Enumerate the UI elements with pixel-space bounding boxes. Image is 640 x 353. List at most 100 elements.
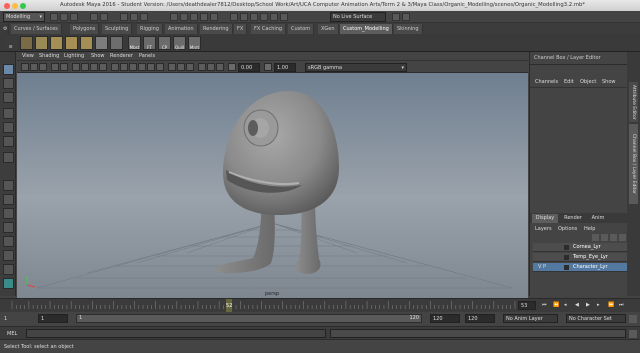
- snap-view-icon[interactable]: [200, 13, 208, 21]
- shelf-button-6[interactable]: [95, 36, 108, 50]
- exposure-icon[interactable]: [228, 63, 236, 71]
- character-set-dropdown[interactable]: No Character Set: [566, 314, 626, 323]
- lasso-tool-icon[interactable]: [3, 78, 14, 89]
- script-editor-icon[interactable]: [629, 330, 637, 338]
- shelf-tab-custom[interactable]: Custom: [288, 24, 315, 34]
- shelf-button-5[interactable]: [80, 36, 93, 50]
- colorspace-dropdown[interactable]: sRGB gamma ▾: [305, 63, 407, 72]
- stack-layout-icon[interactable]: [3, 222, 14, 233]
- isolate-select-icon[interactable]: [186, 63, 194, 71]
- end-time-field[interactable]: 120: [430, 314, 460, 323]
- rotate-tool-icon[interactable]: [3, 122, 14, 133]
- ambient-occlusion-icon[interactable]: [198, 63, 206, 71]
- play-backwards-icon[interactable]: ◀: [575, 302, 579, 308]
- layer-flags[interactable]: V P: [538, 264, 546, 270]
- shelf-button-4[interactable]: [65, 36, 78, 50]
- gamma-field[interactable]: 1.00: [274, 63, 296, 72]
- shelf-tab-skinning[interactable]: Skinning: [394, 24, 423, 34]
- history-icon[interactable]: [230, 13, 238, 21]
- step-back-icon[interactable]: ◂: [564, 302, 567, 308]
- goto-start-icon[interactable]: ⏮: [542, 302, 547, 308]
- current-frame-field[interactable]: 53: [518, 301, 536, 310]
- move-layer-up-icon[interactable]: [592, 234, 599, 241]
- play-forwards-icon[interactable]: ▶: [586, 302, 590, 308]
- channels-menu[interactable]: Channels: [535, 79, 558, 85]
- hypershade-icon[interactable]: [270, 13, 278, 21]
- shelf-tab-rigging[interactable]: Rigging: [137, 24, 163, 34]
- shelf-tab-custom-modelling[interactable]: Custom_Modelling: [340, 24, 393, 34]
- xray-icon[interactable]: [168, 63, 176, 71]
- mel-label[interactable]: MEL: [7, 331, 17, 337]
- exposure-field[interactable]: 0.00: [238, 63, 260, 72]
- close-window-button[interactable]: [4, 3, 10, 9]
- tab-display[interactable]: Display: [532, 214, 558, 223]
- last-tool-icon[interactable]: [3, 152, 14, 163]
- help-menu[interactable]: Help: [584, 226, 595, 232]
- viewport-persp[interactable]: persp: [17, 73, 528, 298]
- menu-show[interactable]: Show: [91, 53, 105, 59]
- minimize-window-button[interactable]: [12, 3, 18, 9]
- new-layer-icon[interactable]: [610, 234, 617, 241]
- goto-end-icon[interactable]: ⏭: [619, 302, 624, 308]
- camera-icon[interactable]: [402, 13, 410, 21]
- layers-menu[interactable]: Layers: [535, 226, 552, 232]
- snap-point-icon[interactable]: [190, 13, 198, 21]
- new-scene-icon[interactable]: [50, 13, 58, 21]
- save-scene-icon[interactable]: [70, 13, 78, 21]
- live-surface-field[interactable]: No Live Surface: [330, 12, 386, 22]
- redo-icon[interactable]: [100, 13, 108, 21]
- shelf-tab-rendering[interactable]: Rendering: [200, 24, 233, 34]
- tab-render[interactable]: Render: [561, 214, 585, 223]
- key-icon[interactable]: [629, 315, 637, 323]
- range-bar[interactable]: 1 120: [76, 314, 422, 323]
- channels-area[interactable]: [530, 87, 628, 213]
- shelf-button-mbst[interactable]: Mbst: [128, 36, 141, 50]
- snap-curve-icon[interactable]: [180, 13, 188, 21]
- shelf-menu-icon[interactable]: ☰: [4, 36, 17, 50]
- playback-end-field[interactable]: 120: [465, 314, 495, 323]
- wireframe-icon[interactable]: [111, 63, 119, 71]
- layer-color-swatch[interactable]: [564, 265, 569, 270]
- move-tool-icon[interactable]: [3, 108, 14, 119]
- layer-row[interactable]: Temp_Eye_Lyr: [533, 253, 627, 262]
- xray-joints-icon[interactable]: [177, 63, 185, 71]
- tab-anim[interactable]: Anim: [587, 214, 609, 223]
- wireframe-on-shaded-icon[interactable]: [129, 63, 137, 71]
- film-gate-icon[interactable]: [72, 63, 80, 71]
- shadows-icon[interactable]: [156, 63, 164, 71]
- step-back-key-icon[interactable]: ⏪: [553, 302, 559, 308]
- menu-panels[interactable]: Panels: [139, 53, 155, 59]
- step-forward-icon[interactable]: ▸: [597, 302, 600, 308]
- shelf-button-1[interactable]: [20, 36, 33, 50]
- field-chart-icon[interactable]: [99, 63, 107, 71]
- open-scene-icon[interactable]: [60, 13, 68, 21]
- shelf-tab-fx-caching[interactable]: FX Caching: [251, 24, 287, 34]
- menu-view[interactable]: View: [22, 53, 34, 59]
- layer-color-swatch[interactable]: [564, 255, 569, 260]
- gamma-icon[interactable]: [264, 63, 272, 71]
- grid-icon[interactable]: [60, 63, 68, 71]
- shelf-tab-animation[interactable]: Animation: [165, 24, 198, 34]
- single-layout-icon[interactable]: [3, 180, 14, 191]
- move-layer-down-icon[interactable]: [601, 234, 608, 241]
- paint-select-icon[interactable]: [3, 92, 14, 103]
- four-layout-icon[interactable]: [3, 194, 14, 205]
- menu-lighting[interactable]: Lighting: [64, 53, 84, 59]
- select-hierarchy-icon[interactable]: [120, 13, 128, 21]
- time-slider[interactable]: 52 53 ⏮ ⏪ ◂ ◀ ▶ ▸ ⏩ ⏭: [0, 298, 640, 313]
- edit-menu[interactable]: Edit: [564, 79, 574, 85]
- render-settings-icon[interactable]: [260, 13, 268, 21]
- scale-tool-icon[interactable]: [3, 136, 14, 147]
- hypershade-layout-icon[interactable]: [3, 264, 14, 275]
- start-time-field[interactable]: 1: [38, 314, 68, 323]
- shelf-button-7[interactable]: [110, 36, 123, 50]
- layer-row-selected[interactable]: V P Character_Lyr: [533, 263, 627, 272]
- menu-renderer[interactable]: Renderer: [110, 53, 133, 59]
- gate-mask-icon[interactable]: [90, 63, 98, 71]
- shelf-tab-xgen[interactable]: XGen: [318, 24, 339, 34]
- new-layer-selected-icon[interactable]: [619, 234, 626, 241]
- select-object-icon[interactable]: [130, 13, 138, 21]
- snap-grid-icon[interactable]: [170, 13, 178, 21]
- menu-shading[interactable]: Shading: [39, 53, 59, 59]
- shelf-tab-curves-surfaces[interactable]: Curves / Surfaces: [11, 24, 62, 34]
